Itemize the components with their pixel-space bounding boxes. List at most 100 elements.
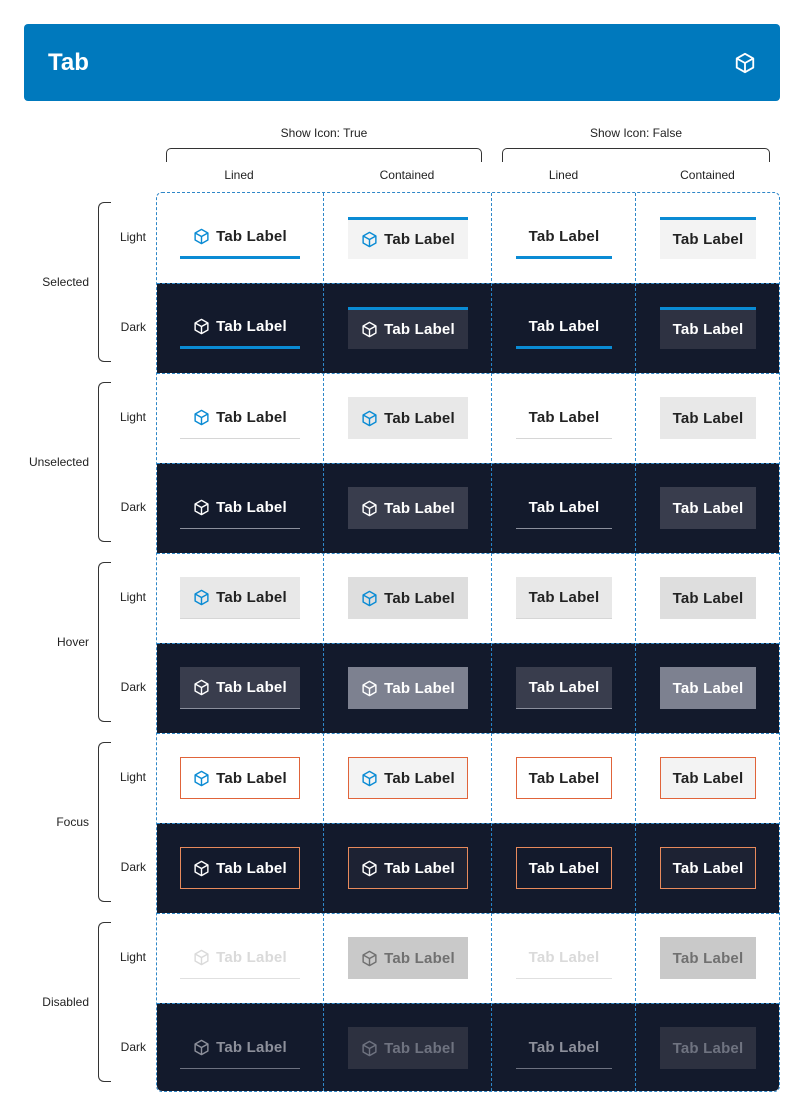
tab-unselected-light-contained[interactable]: Tab Label <box>660 397 756 439</box>
tab-disabled-light-contained-with-icon: Tab Label <box>348 937 468 979</box>
tab-label: Tab Label <box>672 1039 744 1057</box>
tab-focus-light-lined-with-icon[interactable]: Tab Label <box>180 757 300 799</box>
tab-label: Tab Label <box>672 769 744 787</box>
tab-focus-light-lined[interactable]: Tab Label <box>516 757 612 799</box>
column-label-contained: Contained <box>379 168 435 182</box>
tab-unselected-dark-contained[interactable]: Tab Label <box>660 487 756 529</box>
tab-label: Tab Label <box>216 228 287 245</box>
state-brace-selected <box>98 202 111 362</box>
tab-hover-dark-lined[interactable]: Tab Label <box>516 667 612 709</box>
tab-label: Tab Label <box>216 409 287 426</box>
tab-hover-dark-lined-with-icon[interactable]: Tab Label <box>180 667 300 709</box>
tab-selected-dark-contained-with-icon[interactable]: Tab Label <box>348 307 468 349</box>
mode-label-dark: Dark <box>120 320 146 334</box>
tab-selected-dark-contained[interactable]: Tab Label <box>660 307 756 349</box>
group-brace-show-icon-false <box>502 148 770 162</box>
tab-disabled-light-lined: Tab Label <box>516 937 612 979</box>
column-label-contained: Contained <box>680 168 735 182</box>
tab-label: Tab Label <box>384 231 455 248</box>
tab-hover-light-lined-with-icon[interactable]: Tab Label <box>180 577 300 619</box>
tab-label: Tab Label <box>672 949 744 967</box>
tab-label: Tab Label <box>384 949 455 967</box>
grid-divider <box>157 373 779 374</box>
grid-divider <box>157 643 779 644</box>
grid-divider <box>157 283 779 284</box>
mode-label-dark: Dark <box>120 1040 146 1054</box>
tab-focus-dark-lined[interactable]: Tab Label <box>516 847 612 889</box>
tab-selected-light-contained-with-icon[interactable]: Tab Label <box>348 217 468 259</box>
mode-label-dark: Dark <box>120 500 146 514</box>
hexagon-cube-icon <box>194 679 209 696</box>
tab-selected-light-lined[interactable]: Tab Label <box>516 217 612 259</box>
state-label-disabled: Disabled <box>42 995 89 1009</box>
tab-hover-light-contained-with-icon[interactable]: Tab Label <box>348 577 468 619</box>
mode-label-dark: Dark <box>120 680 146 694</box>
tab-label: Tab Label <box>216 589 287 606</box>
tab-hover-dark-contained-with-icon[interactable]: Tab Label <box>348 667 468 709</box>
tab-selected-light-contained[interactable]: Tab Label <box>660 217 756 259</box>
tab-unselected-dark-lined-with-icon[interactable]: Tab Label <box>180 487 300 529</box>
state-label-selected: Selected <box>42 275 89 289</box>
hexagon-cube-icon <box>362 321 377 338</box>
tab-focus-dark-lined-with-icon[interactable]: Tab Label <box>180 847 300 889</box>
tab-focus-light-contained[interactable]: Tab Label <box>660 757 756 799</box>
group-label-show-icon-true: Show Icon: True <box>280 126 368 140</box>
tab-selected-dark-lined-with-icon[interactable]: Tab Label <box>180 307 300 349</box>
hexagon-cube-icon <box>194 949 209 966</box>
tab-disabled-dark-lined-with-icon: Tab Label <box>180 1027 300 1069</box>
tab-unselected-light-lined-with-icon[interactable]: Tab Label <box>180 397 300 439</box>
tab-hover-dark-contained[interactable]: Tab Label <box>660 667 756 709</box>
hexagon-cube-icon <box>735 52 755 74</box>
hexagon-cube-icon <box>194 409 209 426</box>
tab-label: Tab Label <box>672 679 744 697</box>
mode-label-dark: Dark <box>120 860 146 874</box>
hexagon-cube-icon <box>362 410 377 426</box>
tab-disabled-dark-contained-with-icon: Tab Label <box>348 1027 468 1069</box>
grid-divider <box>323 193 324 1091</box>
tab-label: Tab Label <box>216 859 287 877</box>
hexagon-cube-icon <box>194 1039 209 1056</box>
tab-label: Tab Label <box>672 589 744 607</box>
hexagon-cube-icon <box>362 770 377 786</box>
hexagon-cube-icon <box>362 950 377 966</box>
grid-divider <box>157 823 779 824</box>
state-brace-disabled <box>98 922 111 1082</box>
state-brace-focus <box>98 742 111 902</box>
grid-divider <box>157 913 779 914</box>
tab-label: Tab Label <box>384 679 455 697</box>
page-header: Tab <box>24 24 780 101</box>
mode-label-light: Light <box>119 770 146 784</box>
tab-unselected-light-lined[interactable]: Tab Label <box>516 397 612 439</box>
tab-disabled-light-lined-with-icon: Tab Label <box>180 937 300 979</box>
tab-hover-light-lined[interactable]: Tab Label <box>516 577 612 619</box>
tab-selected-light-lined-with-icon[interactable]: Tab Label <box>180 217 300 259</box>
state-label-hover: Hover <box>56 635 89 649</box>
tab-label: Tab Label <box>384 589 455 607</box>
tab-label: Tab Label <box>528 228 600 245</box>
page-title: Tab <box>48 49 89 76</box>
hexagon-cube-icon <box>362 500 377 516</box>
tab-label: Tab Label <box>384 499 455 517</box>
grid-divider <box>157 553 779 554</box>
tab-selected-dark-lined[interactable]: Tab Label <box>516 307 612 349</box>
tab-unselected-light-contained-with-icon[interactable]: Tab Label <box>348 397 468 439</box>
tab-label: Tab Label <box>528 499 600 516</box>
hexagon-cube-icon <box>194 499 209 516</box>
tab-focus-light-contained-with-icon[interactable]: Tab Label <box>348 757 468 799</box>
column-label-lined: Lined <box>548 168 579 182</box>
group-label-show-icon-false: Show Icon: False <box>589 126 683 140</box>
tab-focus-dark-contained-with-icon[interactable]: Tab Label <box>348 847 468 889</box>
tab-unselected-dark-lined[interactable]: Tab Label <box>516 487 612 529</box>
tab-unselected-dark-contained-with-icon[interactable]: Tab Label <box>348 487 468 529</box>
hexagon-cube-icon <box>362 590 377 606</box>
tab-focus-dark-contained[interactable]: Tab Label <box>660 847 756 889</box>
hexagon-cube-icon <box>194 860 209 876</box>
tab-hover-light-contained[interactable]: Tab Label <box>660 577 756 619</box>
tab-disabled-dark-contained: Tab Label <box>660 1027 756 1069</box>
tab-label: Tab Label <box>216 679 287 696</box>
hexagon-cube-icon <box>194 228 209 245</box>
tab-label: Tab Label <box>216 769 287 787</box>
tab-label: Tab Label <box>216 1039 287 1056</box>
tab-label: Tab Label <box>216 949 287 966</box>
tab-label: Tab Label <box>528 949 600 966</box>
